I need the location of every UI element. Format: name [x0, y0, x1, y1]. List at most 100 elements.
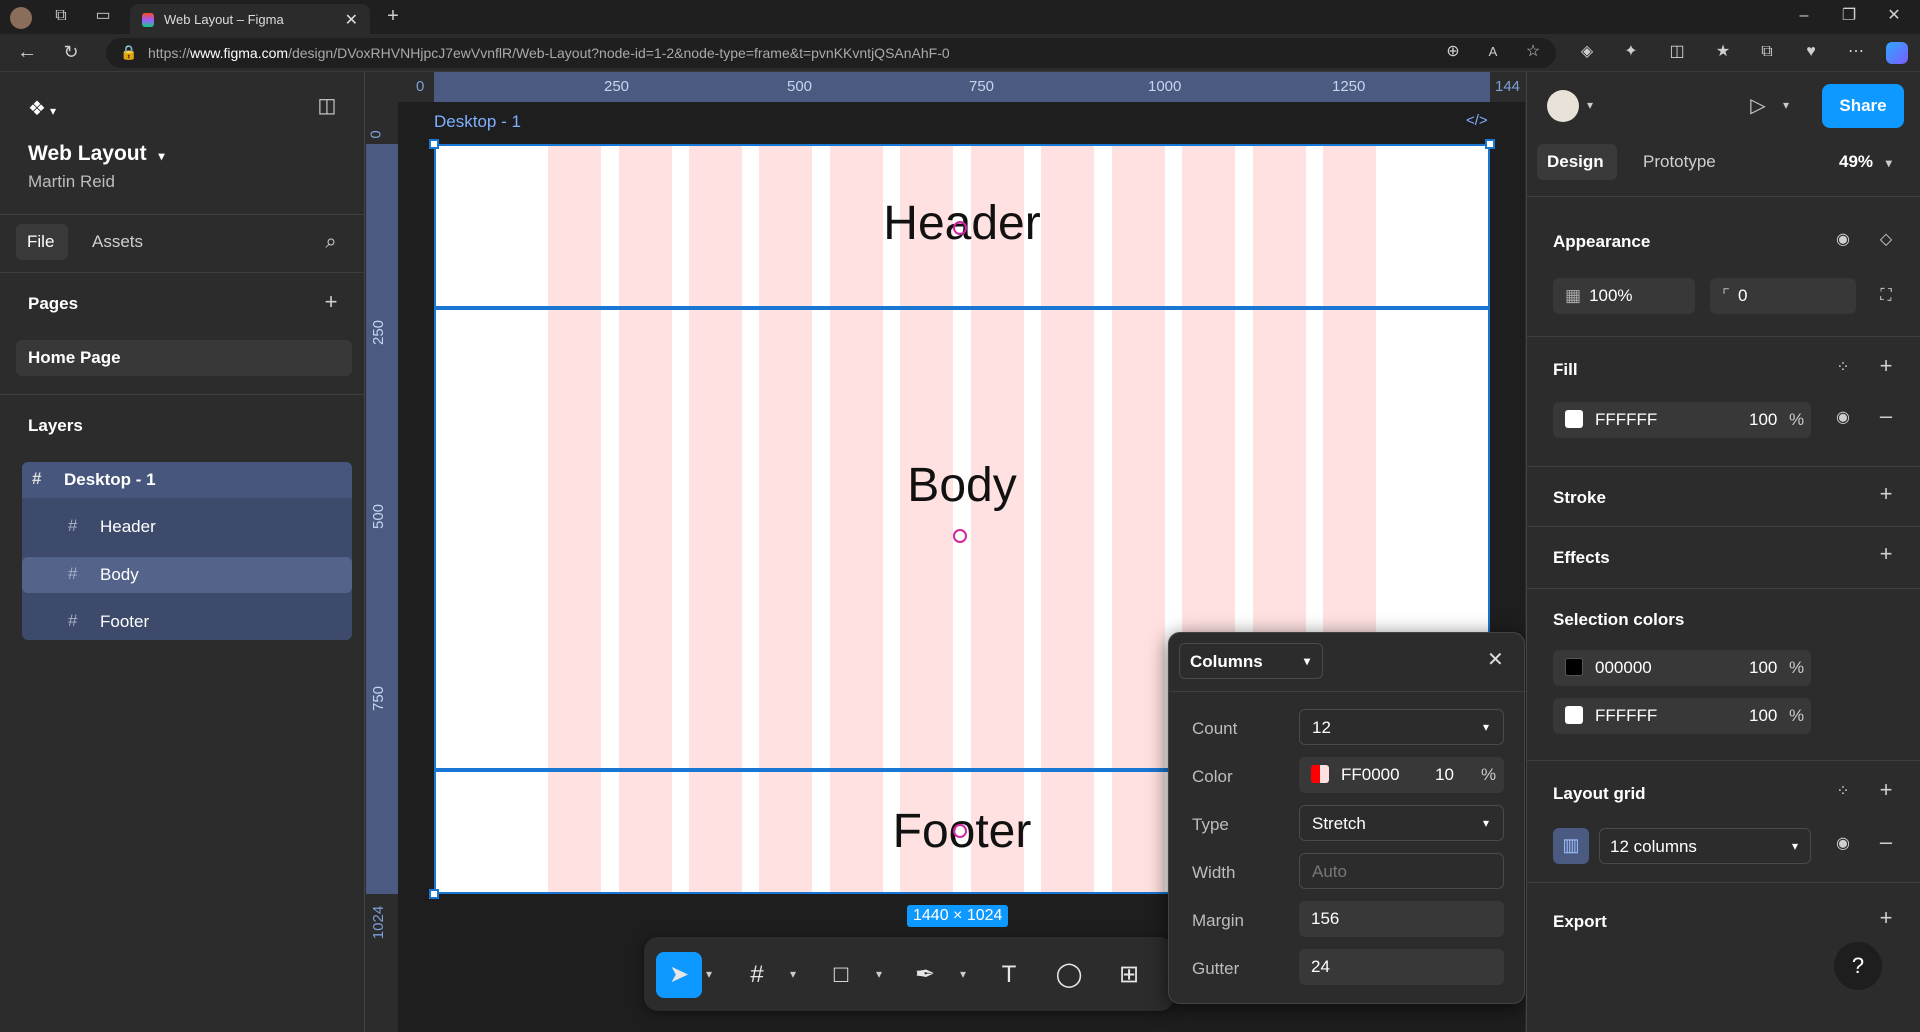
close-window-icon[interactable]: ✕	[1883, 6, 1905, 28]
text-tool-button[interactable]: T	[986, 952, 1032, 998]
spacing-handle[interactable]	[953, 824, 967, 838]
frame-tool-button[interactable]: #	[734, 952, 780, 998]
fill-swatch[interactable]	[1565, 410, 1583, 428]
chevron-down-icon[interactable]: ▾	[1783, 98, 1789, 112]
opacity-field[interactable]: ▦ 100%	[1553, 278, 1695, 314]
color-swatch[interactable]	[1311, 765, 1329, 783]
toggle-sidebar-icon[interactable]: ◫	[316, 96, 338, 118]
copilot-icon[interactable]	[1886, 42, 1908, 64]
selection-color-opacity[interactable]: 100	[1749, 706, 1777, 726]
user-avatar[interactable]	[1547, 90, 1579, 122]
new-tab-icon[interactable]: +	[382, 6, 404, 28]
chevron-down-icon[interactable]: ▾	[1587, 98, 1593, 112]
search-icon[interactable]: ⌕	[320, 232, 342, 254]
restore-icon[interactable]: ❐	[1838, 6, 1860, 28]
browser-tab[interactable]: Web Layout – Figma ✕	[130, 4, 370, 34]
resize-handle[interactable]	[1485, 139, 1495, 149]
eye-icon[interactable]: ◉	[1832, 834, 1854, 856]
layout-grid-select[interactable]: 12 columns ▾	[1599, 828, 1811, 864]
code-icon[interactable]: </>	[1466, 112, 1488, 129]
move-tool-button[interactable]: ➤	[656, 952, 702, 998]
comment-tool-button[interactable]: ◯	[1046, 952, 1092, 998]
add-export-icon[interactable]: +	[1875, 907, 1897, 930]
layer-body[interactable]: # Body	[22, 557, 352, 593]
resize-handle[interactable]	[429, 889, 439, 899]
remove-fill-icon[interactable]: –	[1875, 405, 1897, 428]
back-icon[interactable]: ←	[16, 42, 38, 64]
actions-tool-button[interactable]: ⊞	[1106, 952, 1152, 998]
pen-tool-button[interactable]: ✒	[902, 952, 948, 998]
tab-file[interactable]: File	[16, 224, 68, 260]
resize-handle[interactable]	[429, 139, 439, 149]
width-field[interactable]: Auto	[1299, 853, 1504, 889]
color-opacity[interactable]: 10	[1435, 765, 1454, 785]
zoom-icon[interactable]: ⊕	[1442, 42, 1464, 64]
read-aloud-icon[interactable]: A	[1482, 42, 1504, 64]
add-effect-icon[interactable]: +	[1875, 543, 1897, 566]
tab-actions-icon[interactable]: ▭	[92, 6, 114, 28]
fill-color-field[interactable]: FFFFFF 100 %	[1553, 402, 1811, 438]
layer-desktop-1[interactable]: # Desktop - 1	[22, 462, 352, 498]
share-button[interactable]: Share	[1822, 84, 1904, 128]
layout-grid-settings-button[interactable]: ▥	[1553, 828, 1589, 864]
extension-icon[interactable]: ◈	[1576, 42, 1598, 64]
corner-radius-field[interactable]: ⌜ 0	[1710, 278, 1856, 314]
favorites-icon[interactable]: ★	[1712, 42, 1734, 64]
frame-label[interactable]: Desktop - 1	[434, 112, 521, 132]
shape-tool-button[interactable]: □	[818, 952, 864, 998]
layer-header[interactable]: # Header	[22, 509, 352, 545]
chevron-down-icon[interactable]: ▾	[960, 967, 966, 981]
gutter-field[interactable]: 24	[1299, 949, 1504, 985]
workspaces-icon[interactable]: ⧉	[50, 6, 72, 28]
figma-menu-button[interactable]: ❖ ▾	[28, 96, 72, 126]
collections-icon[interactable]: ⧉	[1756, 42, 1778, 64]
url-field[interactable]: 🔒 https://www.figma.com/design/DVoxRHVNH…	[106, 38, 1556, 68]
file-name[interactable]: Web Layout ▾	[28, 142, 165, 166]
layer-footer[interactable]: # Footer	[22, 604, 352, 640]
puzzle-icon[interactable]: ✦	[1620, 42, 1642, 64]
styles-grid-icon[interactable]: ⁘	[1832, 358, 1854, 380]
selection-color-swatch[interactable]	[1565, 658, 1583, 676]
eye-icon[interactable]: ◉	[1832, 408, 1854, 430]
chevron-down-icon[interactable]: ▾	[876, 967, 882, 981]
remove-layout-grid-icon[interactable]: –	[1875, 831, 1897, 854]
add-fill-icon[interactable]: +	[1875, 355, 1897, 378]
grid-type-select[interactable]: Columns ▾	[1179, 643, 1323, 679]
add-stroke-icon[interactable]: +	[1875, 483, 1897, 506]
selection-color-row[interactable]: 000000 100 %	[1553, 650, 1811, 686]
close-tab-icon[interactable]: ✕	[345, 10, 358, 30]
spacing-handle[interactable]	[953, 221, 967, 235]
tab-assets[interactable]: Assets	[92, 232, 143, 252]
present-play-icon[interactable]: ▷	[1747, 96, 1769, 118]
help-button[interactable]: ?	[1834, 942, 1882, 990]
margin-field[interactable]: 156	[1299, 901, 1504, 937]
body-text[interactable]: Body	[812, 458, 1112, 513]
profile-avatar[interactable]	[10, 7, 32, 29]
more-icon[interactable]: ⋯	[1845, 42, 1867, 64]
page-item-home[interactable]: Home Page	[16, 340, 352, 376]
minimize-icon[interactable]: –	[1793, 6, 1815, 28]
performance-icon[interactable]: ♥	[1800, 42, 1822, 64]
styles-grid-icon[interactable]: ⁘	[1832, 782, 1854, 804]
selection-color-swatch[interactable]	[1565, 706, 1583, 724]
color-field[interactable]: FF0000 10 %	[1299, 757, 1504, 793]
tab-prototype[interactable]: Prototype	[1643, 152, 1716, 172]
type-select[interactable]: Stretch ▾	[1299, 805, 1504, 841]
chevron-down-icon[interactable]: ▾	[706, 967, 712, 981]
color-hex[interactable]: FF0000	[1341, 765, 1400, 784]
spacing-handle[interactable]	[953, 529, 967, 543]
add-page-icon[interactable]: +	[320, 291, 342, 314]
selection-color-opacity[interactable]: 100	[1749, 658, 1777, 678]
blend-mode-icon[interactable]: ◇	[1875, 230, 1897, 252]
favorite-star-icon[interactable]: ☆	[1522, 42, 1544, 64]
tab-design[interactable]: Design	[1537, 144, 1617, 180]
zoom-level[interactable]: 49% ▾	[1839, 152, 1892, 172]
refresh-icon[interactable]: ↻	[60, 42, 82, 64]
close-icon[interactable]: ✕	[1487, 647, 1504, 672]
corner-expand-icon[interactable]: ⛶	[1875, 286, 1897, 308]
count-select[interactable]: 12 ▾	[1299, 709, 1504, 745]
fill-opacity[interactable]: 100	[1749, 410, 1777, 430]
eye-icon[interactable]: ◉	[1832, 230, 1854, 252]
add-layout-grid-icon[interactable]: +	[1875, 779, 1897, 802]
chevron-down-icon[interactable]: ▾	[790, 967, 796, 981]
